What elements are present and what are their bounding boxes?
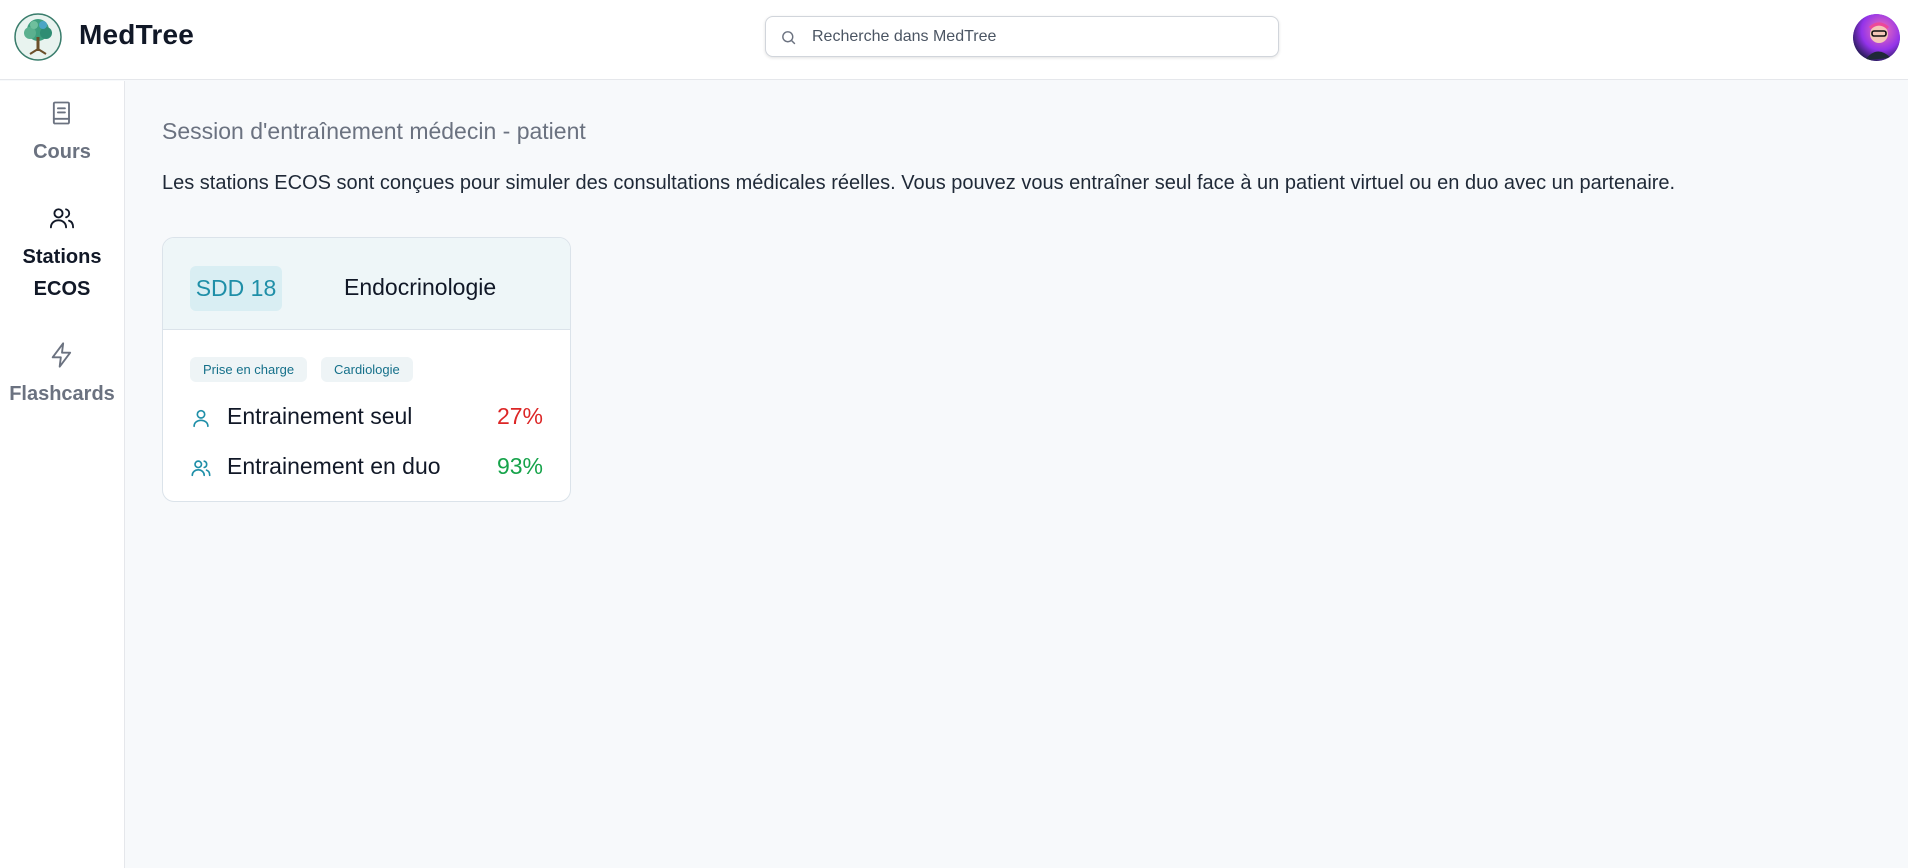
search-bar[interactable] [765,16,1279,57]
sidebar-item-label: Cours [33,141,91,163]
training-duo-label: Entrainement en duo [227,453,441,479]
sidebar-item-label: Flashcards [9,383,115,405]
sidebar-item-label: Stations ECOS [22,246,102,300]
station-card-header: SDD 18 Endocrinologie [163,238,570,330]
station-card[interactable]: SDD 18 Endocrinologie Prise en charge Ca… [162,237,571,502]
user-icon [193,409,209,428]
brand-name[interactable]: MedTree [79,19,194,51]
medtree-logo-icon[interactable] [14,13,62,61]
station-tag: Prise en charge [190,357,308,382]
training-solo-label: Entrainement seul [227,403,413,429]
sidebar-item-flashcards[interactable]: Flashcards [0,341,124,410]
training-duo-row[interactable]: Entrainement en duo 93% [163,451,570,483]
station-tag: Cardiologie [321,357,413,382]
station-specialty: Endocrinologie [344,274,497,300]
page-title: Session d'entraînement médecin - patient [162,118,586,144]
book-icon [52,101,70,125]
search-input[interactable] [812,17,1262,56]
users-icon [191,460,211,477]
station-code-badge: SDD 18 [190,266,282,311]
training-solo-row[interactable]: Entrainement seul 27% [163,401,570,433]
user-avatar[interactable] [1853,14,1900,61]
users-icon [49,208,75,229]
page-description: Les stations ECOS sont conçues pour simu… [162,172,1676,194]
bolt-icon [51,342,72,368]
search-icon [782,31,796,45]
top-bar: MedTree [0,0,1908,80]
sidebar-item-cours[interactable]: Cours [0,99,124,168]
training-solo-percent: 27% [496,403,543,429]
sidebar-item-stations-ecos[interactable]: Stations ECOS [0,204,124,305]
sidebar: Cours Stations ECOS Flashcards [0,81,125,868]
training-duo-percent: 93% [496,453,543,479]
